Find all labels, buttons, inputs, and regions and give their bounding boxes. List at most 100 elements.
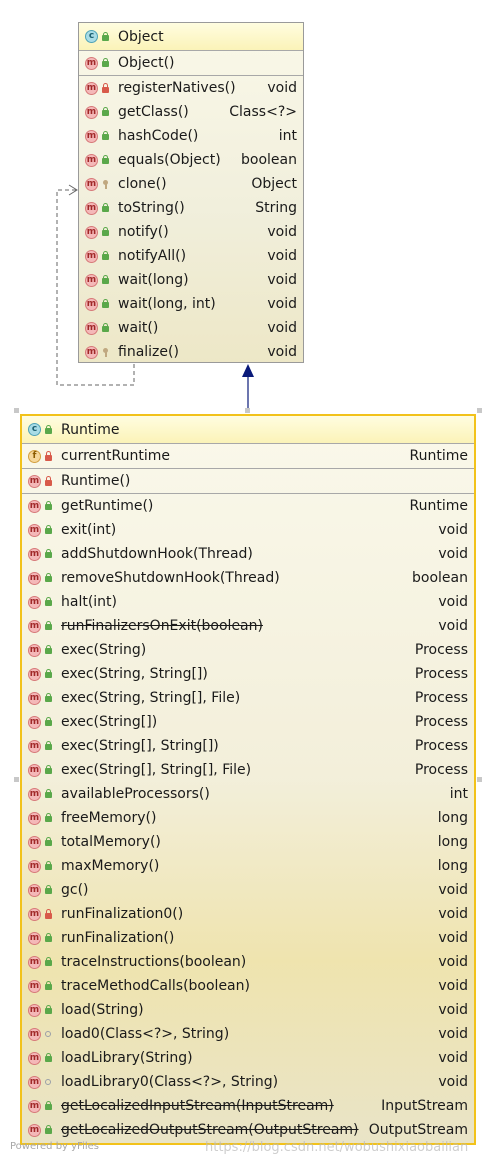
method-row[interactable]: m notifyAll() void [79,244,303,268]
member-name: exec(String[]) [61,714,158,730]
member-name: loadLibrary(String) [61,1050,193,1066]
public-icon [44,837,53,847]
selection-handle[interactable] [14,408,19,413]
member-type: void [438,954,468,970]
method-icon: m [28,835,41,849]
method-icon: m [28,859,41,873]
method-row[interactable]: m load(String) void [22,998,474,1022]
method-icon: m [85,273,98,287]
method-row[interactable]: m exec(String[]) Process [22,710,474,734]
method-row[interactable]: m hashCode() int [79,124,303,148]
member-name: exec(String, String[], File) [61,690,241,706]
public-icon [101,58,110,68]
method-row[interactable]: m runFinalization0() void [22,902,474,926]
field-row[interactable]: f currentRuntime Runtime [22,444,474,468]
method-icon: m [28,643,41,657]
method-row[interactable]: m clone() Object [79,172,303,196]
member-name: finalize() [118,344,179,360]
member-type: Class<?> [229,104,297,120]
method-icon: m [85,321,98,335]
method-row[interactable]: m load0(Class<?>, String) void [22,1022,474,1046]
method-row[interactable]: m availableProcessors() int [22,782,474,806]
method-row[interactable]: m traceMethodCalls(boolean) void [22,974,474,998]
member-name: exec(String[], String[], File) [61,762,252,778]
method-row[interactable]: m traceInstructions(boolean) void [22,950,474,974]
public-icon [44,669,53,679]
method-row[interactable]: m wait(long) void [79,268,303,292]
method-row[interactable]: m runFinalizersOnExit(boolean) void [22,614,474,638]
class-icon: c [28,423,41,436]
member-type: Runtime [409,448,468,464]
method-row[interactable]: m loadLibrary(String) void [22,1046,474,1070]
selection-handle[interactable] [14,777,19,782]
member-name: traceInstructions(boolean) [61,954,247,970]
public-icon [44,525,53,535]
method-row[interactable]: m exec(String) Process [22,638,474,662]
method-row[interactable]: m freeMemory() long [22,806,474,830]
runtime-class-box[interactable]: c Runtime f currentRuntime Runtime m Runti… [20,414,476,1145]
private-icon [101,83,110,93]
class-header[interactable]: c Runtime [22,416,474,444]
public-icon [44,741,53,751]
member-name: freeMemory() [61,810,157,826]
method-icon: m [28,787,41,801]
member-name: toString() [118,200,185,216]
method-row[interactable]: m getClass() Class<?> [79,100,303,124]
method-row[interactable]: m loadLibrary0(Class<?>, String) void [22,1070,474,1094]
selection-handle[interactable] [477,408,482,413]
class-header[interactable]: c Object [79,23,303,51]
method-row[interactable]: m equals(Object) boolean [79,148,303,172]
member-name: hashCode() [118,128,199,144]
method-icon: m [28,1027,41,1041]
method-row[interactable]: m exec(String, String[]) Process [22,662,474,686]
method-row[interactable]: m exec(String[], String[]) Process [22,734,474,758]
member-name: load0(Class<?>, String) [61,1026,230,1042]
method-row[interactable]: m exit(int) void [22,518,474,542]
member-name: addShutdownHook(Thread) [61,546,253,562]
member-name: notifyAll() [118,248,187,264]
public-icon [44,645,53,655]
member-name: currentRuntime [61,448,170,464]
method-icon: m [28,811,41,825]
method-icon: m [28,595,41,609]
selection-handle[interactable] [245,408,250,413]
member-name: getClass() [118,104,189,120]
method-icon: m [28,691,41,705]
member-type: void [438,522,468,538]
class-icon: c [85,30,98,43]
method-icon: m [28,547,41,561]
method-row[interactable]: m registerNatives() void [79,76,303,100]
member-type: Runtime [409,498,468,514]
method-row[interactable]: m gc() void [22,878,474,902]
method-row[interactable]: m finalize() void [79,340,303,364]
member-name: exec(String, String[]) [61,666,208,682]
constructor-row[interactable]: m Object() [79,51,303,75]
method-row[interactable]: m wait(long, int) void [79,292,303,316]
class-name: Runtime [61,421,120,438]
method-row[interactable]: m exec(String, String[], File) Process [22,686,474,710]
member-type: long [437,858,468,874]
method-row[interactable]: m toString() String [79,196,303,220]
public-icon [101,323,110,333]
method-row[interactable]: m getRuntime() Runtime [22,494,474,518]
method-row[interactable]: m addShutdownHook(Thread) void [22,542,474,566]
method-row[interactable]: m runFinalization() void [22,926,474,950]
member-type: Process [414,690,468,706]
method-row[interactable]: m notify() void [79,220,303,244]
method-row[interactable]: m halt(int) void [22,590,474,614]
method-row[interactable]: m totalMemory() long [22,830,474,854]
method-row[interactable]: m maxMemory() long [22,854,474,878]
public-icon [44,573,53,583]
selection-handle[interactable] [477,777,482,782]
constructor-row[interactable]: m Runtime() [22,469,474,493]
public-icon [101,31,110,42]
method-row[interactable]: m removeShutdownHook(Thread) boolean [22,566,474,590]
method-row[interactable]: m getLocalizedOutputStream(OutputStream) O… [22,1118,474,1142]
public-icon [44,813,53,823]
object-class-box[interactable]: c Object m Object() m registerNatives() vo… [78,22,304,363]
method-row[interactable]: m getLocalizedInputStream(InputStream) Inp… [22,1094,474,1118]
method-icon: m [28,883,41,897]
method-row[interactable]: m exec(String[], String[], File) Process [22,758,474,782]
member-name: runFinalizersOnExit(boolean) [61,618,263,634]
method-row[interactable]: m wait() void [79,316,303,340]
